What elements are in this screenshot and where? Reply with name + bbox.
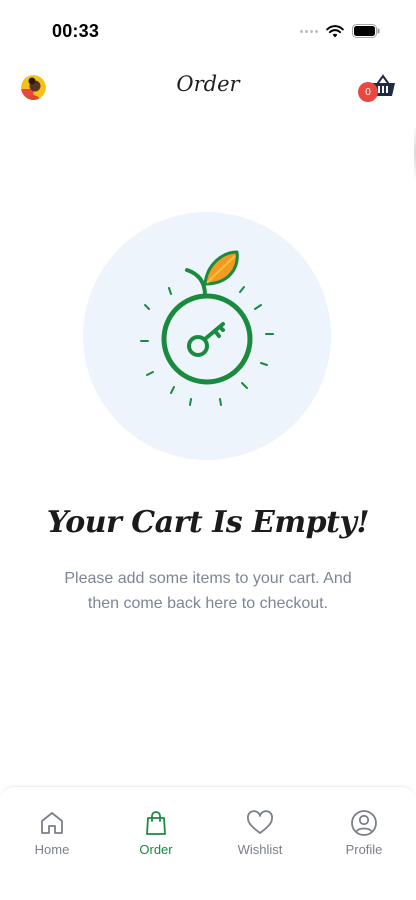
page-title: Order <box>176 72 240 96</box>
nav-label-home: Home <box>34 842 70 857</box>
status-icons <box>300 24 380 38</box>
nav-label-profile: Profile <box>345 842 383 857</box>
empty-cart-description: Please add some items to your cart. And … <box>64 570 352 612</box>
nav-item-wishlist[interactable]: Wishlist <box>208 787 312 868</box>
apple-key-icon <box>140 250 274 406</box>
bottom-navigation: Home Order Wishlist Profile <box>0 786 416 868</box>
heart-icon <box>245 808 275 838</box>
cellular-signal-icon <box>300 29 318 33</box>
status-time: 00:33 <box>52 21 100 41</box>
cart-button[interactable]: 0 <box>358 74 396 104</box>
nav-label-wishlist: Wishlist <box>237 842 283 857</box>
nav-label-order: Order <box>139 842 173 857</box>
nav-item-home[interactable]: Home <box>0 787 104 868</box>
nav-item-profile[interactable]: Profile <box>312 787 416 868</box>
cart-count-badge: 0 <box>358 82 378 102</box>
status-bar: 00:33 <box>0 0 416 60</box>
empty-cart-illustration <box>83 212 331 460</box>
battery-icon <box>352 24 380 38</box>
empty-cart-title: Your Cart Is Empty! <box>46 505 370 540</box>
nav-item-order[interactable]: Order <box>104 787 208 868</box>
shopping-bag-icon <box>141 808 171 838</box>
user-circle-icon <box>349 808 379 838</box>
home-icon <box>37 808 67 838</box>
header: Order 0 <box>0 62 416 114</box>
wifi-icon <box>326 24 344 37</box>
